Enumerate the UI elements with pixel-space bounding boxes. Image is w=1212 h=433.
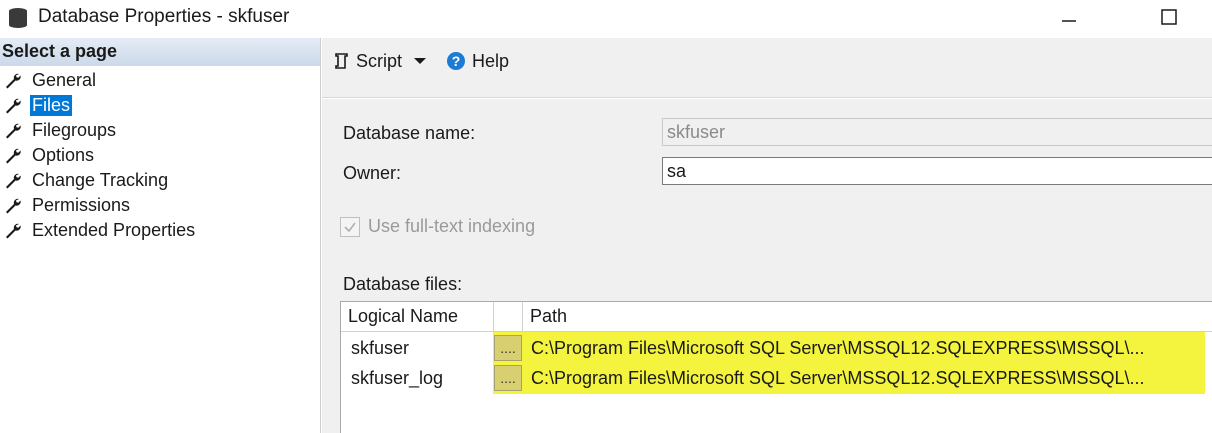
database-files-label: Database files: xyxy=(343,274,463,294)
script-icon xyxy=(335,53,348,69)
table-row[interactable]: skfuser .... C:\Program Files\Microsoft … xyxy=(341,333,1212,363)
page-item-label: Extended Properties xyxy=(32,220,196,240)
check-icon xyxy=(344,222,356,232)
select-page-header: Select a page xyxy=(0,38,320,66)
page-item-files[interactable]: Files xyxy=(4,93,197,118)
wrench-icon xyxy=(6,198,21,213)
help-label: Help xyxy=(472,50,510,71)
path-cell[interactable]: C:\Program Files\Microsoft SQL Server\MS… xyxy=(531,338,1145,359)
page-item-label: Filegroups xyxy=(32,120,117,140)
window-title: Database Properties - skfuser xyxy=(38,6,290,27)
svg-text:?: ? xyxy=(452,53,461,69)
database-name-label: Database name: xyxy=(343,123,476,143)
wrench-icon xyxy=(6,223,21,238)
properties-panel: Script ? Help Database name: skfuser Own… xyxy=(322,38,1212,433)
maximize-button[interactable] xyxy=(1146,0,1192,34)
page-item-label: Files xyxy=(30,95,73,116)
minimize-button[interactable] xyxy=(1046,0,1092,34)
column-separator xyxy=(493,302,494,332)
column-header-path[interactable]: Path xyxy=(530,306,567,327)
maximize-icon xyxy=(1161,9,1177,25)
page-item-label: General xyxy=(32,70,97,90)
column-header-logical-name[interactable]: Logical Name xyxy=(348,306,458,327)
database-name-field: skfuser xyxy=(662,118,1212,146)
checkbox xyxy=(340,216,360,237)
page-item-label: Change Tracking xyxy=(32,170,169,190)
wrench-icon xyxy=(6,173,21,188)
column-separator xyxy=(522,302,523,332)
logical-name-cell[interactable]: skfuser xyxy=(351,338,409,359)
help-button[interactable]: ? Help xyxy=(446,48,509,74)
database-files-grid: Logical Name Path skfuser .... C:\Progra… xyxy=(340,301,1212,433)
toolbar: Script ? Help xyxy=(322,38,1212,98)
wrench-icon xyxy=(6,98,21,113)
page-selector-panel: Select a page General Files Filegroups O… xyxy=(0,38,321,433)
browse-path-button[interactable]: .... xyxy=(494,335,522,361)
table-row[interactable]: skfuser_log .... C:\Program Files\Micros… xyxy=(341,363,1212,393)
page-item-permissions[interactable]: Permissions xyxy=(4,193,197,218)
fulltext-label: Use full-text indexing xyxy=(368,216,536,236)
wrench-icon xyxy=(6,148,21,163)
help-icon: ? xyxy=(447,52,465,70)
owner-label: Owner: xyxy=(343,163,402,183)
logical-name-cell[interactable]: skfuser_log xyxy=(351,368,443,389)
owner-field[interactable]: sa xyxy=(662,157,1212,185)
page-item-change-tracking[interactable]: Change Tracking xyxy=(4,168,197,193)
files-page-content: Database name: skfuser Owner: sa Use ful… xyxy=(322,99,1212,433)
script-label: Script xyxy=(356,50,403,71)
page-item-label: Permissions xyxy=(32,195,131,215)
database-icon xyxy=(9,8,27,28)
wrench-icon xyxy=(6,123,21,138)
title-bar: Database Properties - skfuser xyxy=(0,0,1212,36)
wrench-icon xyxy=(6,73,21,88)
page-item-label: Options xyxy=(32,145,95,165)
script-button[interactable]: Script xyxy=(332,48,428,74)
page-item-extended-properties[interactable]: Extended Properties xyxy=(4,218,197,243)
minimize-icon xyxy=(1062,20,1076,22)
path-cell[interactable]: C:\Program Files\Microsoft SQL Server\MS… xyxy=(531,368,1145,389)
browse-path-button[interactable]: .... xyxy=(494,365,522,391)
page-item-filegroups[interactable]: Filegroups xyxy=(4,118,197,143)
fulltext-indexing-checkbox: Use full-text indexing xyxy=(340,216,535,237)
page-list: General Files Filegroups Options Change … xyxy=(4,68,197,243)
page-item-options[interactable]: Options xyxy=(4,143,197,168)
page-item-general[interactable]: General xyxy=(4,68,197,93)
chevron-down-icon[interactable] xyxy=(412,53,428,69)
grid-header: Logical Name Path xyxy=(341,302,1212,332)
